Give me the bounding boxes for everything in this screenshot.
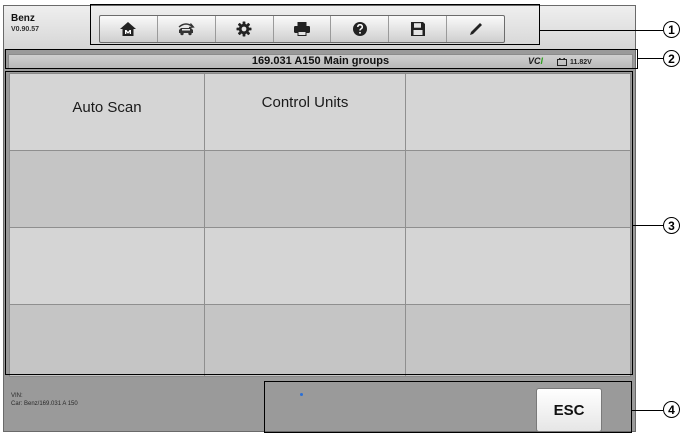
callout-1: 1 [663,21,680,38]
software-version: V0.90.57 [11,26,40,33]
vehicle-make: Benz [11,13,35,24]
car-label: Car: Benz/169.031 A 150 [11,401,78,408]
callout-leader-1 [540,30,663,31]
callout-frame-toolbar [90,4,540,45]
callout-frame-status [5,49,638,69]
vin-label: VIN: [11,393,23,399]
callout-leader-3 [633,225,663,226]
callout-frame-buttons [264,381,632,433]
callout-leader-4 [632,410,663,411]
callout-2: 2 [663,50,680,67]
callout-4: 4 [663,401,680,418]
callout-frame-grid [5,71,633,375]
vehicle-brand: Benz V0.90.57 [11,13,40,34]
callout-3: 3 [663,217,680,234]
vehicle-info: VIN: Car: Benz/169.031 A 150 [11,392,78,408]
callout-leader-2 [638,58,663,59]
